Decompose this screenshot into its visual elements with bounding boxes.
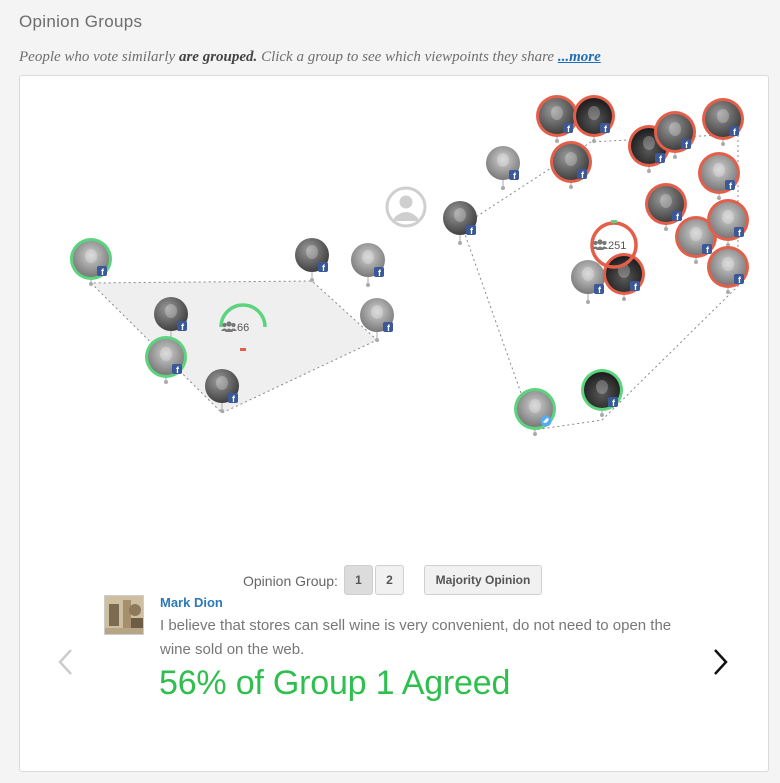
opinion-groups-card: fffffffffffffffffffffff 66 251 Opinion Gr…	[19, 75, 769, 772]
participant-avatar[interactable]: f	[486, 146, 520, 181]
anonymous-user-icon	[385, 186, 427, 228]
group-gauge-marker	[611, 220, 617, 223]
participant-avatar[interactable]: f	[536, 95, 578, 137]
participant-stem-dot	[310, 278, 314, 282]
participant-stem-dot	[726, 290, 730, 294]
participant-stem-dot	[600, 413, 604, 417]
participant-face	[160, 347, 172, 361]
participant-stem-dot	[366, 283, 370, 287]
chevron-right-icon[interactable]	[710, 647, 730, 677]
participant-stem-dot	[458, 241, 462, 245]
participant-face	[669, 122, 681, 136]
participant-avatar[interactable]: f	[443, 201, 477, 236]
participant-stem-dot	[569, 185, 573, 189]
agreement-result: 56% of Group 1 Agreed	[159, 664, 511, 702]
participant-face	[690, 227, 702, 241]
participant-stem-dot	[694, 260, 698, 264]
participant-face	[717, 109, 729, 123]
participant-face	[216, 376, 228, 390]
participant-face	[306, 245, 318, 259]
chevron-left-icon[interactable]	[56, 647, 76, 677]
participant-stem-dot	[647, 169, 651, 173]
participant-avatar[interactable]: f	[603, 253, 645, 295]
participant-stem-dot	[501, 186, 505, 190]
participant-face	[497, 153, 509, 167]
participant-avatar[interactable]: f	[571, 260, 605, 295]
participant-avatar[interactable]: f	[707, 199, 749, 241]
participant-avatar[interactable]: f	[581, 369, 623, 411]
participant-face	[588, 106, 600, 120]
comment-author[interactable]: Mark Dion	[160, 595, 223, 610]
participant-avatar[interactable]: f	[698, 152, 740, 194]
comment-text: I believe that stores can sell wine is v…	[160, 617, 672, 658]
participant-face	[454, 208, 466, 222]
participant-face	[165, 304, 177, 318]
group-participant-count: 251	[608, 240, 626, 252]
group-gauge-marker	[240, 348, 246, 351]
participant-face	[371, 305, 383, 319]
participant-face	[643, 136, 655, 150]
participant-stem-dot	[592, 139, 596, 143]
subtitle-emphasis: are grouped.	[178, 49, 258, 65]
participant-avatar[interactable]: f	[360, 298, 394, 333]
more-link[interactable]: ...more	[558, 49, 601, 65]
participant-face	[582, 267, 594, 281]
participant-avatar[interactable]: f	[702, 98, 744, 140]
participant-stem-dot	[555, 139, 559, 143]
participant-avatar[interactable]: f	[707, 246, 749, 288]
participant-face	[529, 399, 541, 413]
participant-avatar[interactable]	[514, 388, 556, 430]
participant-face	[713, 163, 725, 177]
group-participant-count: 66	[237, 322, 249, 334]
participant-avatar[interactable]: f	[573, 95, 615, 137]
participant-avatar[interactable]: f	[654, 111, 696, 153]
participant-face	[596, 380, 608, 394]
participant-stem-dot	[664, 227, 668, 231]
participant-stem-dot	[375, 338, 379, 342]
participant-avatar[interactable]: f	[295, 238, 329, 273]
participant-avatar[interactable]: f	[70, 238, 112, 280]
participant-face	[362, 250, 374, 264]
participant-stem-dot	[717, 196, 721, 200]
participant-stem-dot	[673, 155, 677, 159]
participant-face	[85, 249, 97, 263]
participant-stem-dot	[533, 432, 537, 436]
participant-stem-dot	[586, 300, 590, 304]
participant-avatar[interactable]: f	[645, 183, 687, 225]
participant-stem-dot	[721, 142, 725, 146]
participant-avatar[interactable]: f	[550, 141, 592, 183]
participant-stem-dot	[89, 282, 93, 286]
participant-stem-dot	[220, 409, 224, 413]
participant-stem-dot	[164, 380, 168, 384]
page-subtitle: People who vote similarly are grouped. C…	[19, 49, 601, 66]
subtitle-text-post: Click a group to see which viewpoints th…	[257, 49, 558, 65]
participant-face	[722, 210, 734, 224]
page-title: Opinion Groups	[19, 12, 143, 31]
participant-face	[565, 152, 577, 166]
user-group-icon	[592, 239, 608, 250]
participant-stem-dot	[622, 297, 626, 301]
participant-avatar[interactable]: f	[145, 336, 187, 378]
participant-face	[551, 106, 563, 120]
participant-nodes[interactable]: f f ffffffff fffffffffff ff	[70, 95, 749, 430]
comment-author-avatar	[104, 595, 144, 635]
comment-carousel: Mark Dion I believe that stores can sell…	[20, 581, 768, 771]
participant-face	[660, 194, 672, 208]
opinion-map[interactable]: f f ffffffff fffffffffff ff 66 251	[20, 76, 768, 556]
subtitle-text-pre: People who vote similarly	[19, 49, 179, 65]
participant-avatar[interactable]: f	[351, 243, 385, 278]
participant-face	[722, 257, 734, 271]
